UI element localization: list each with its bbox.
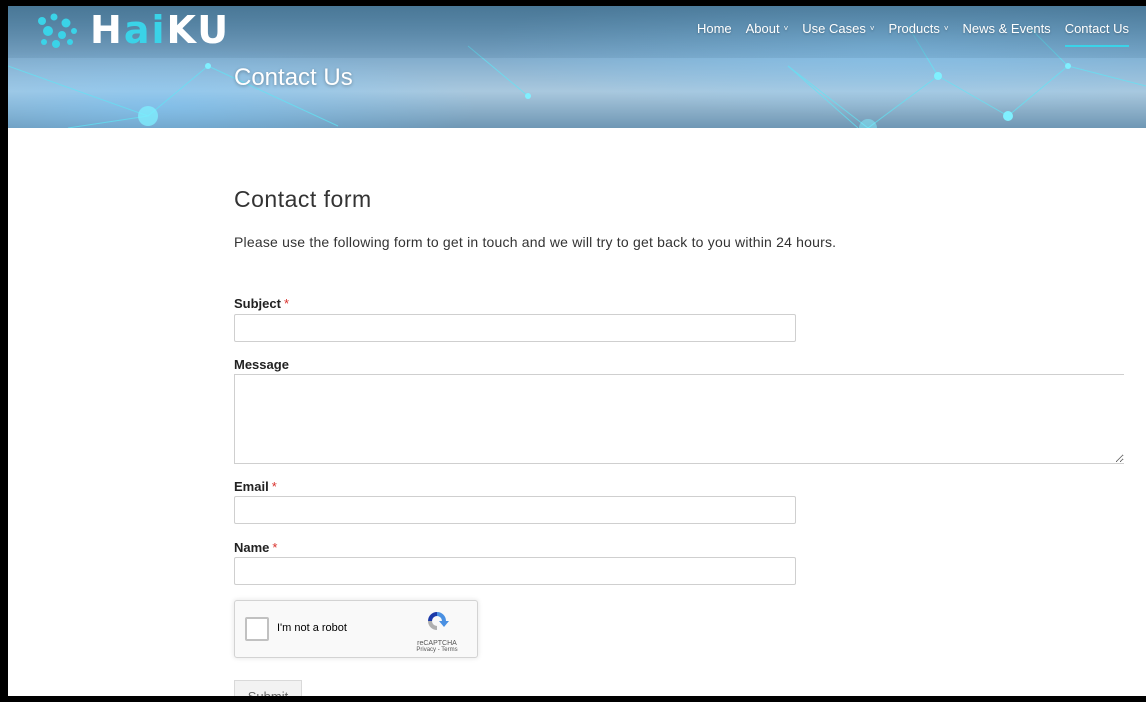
required-marker: *	[272, 540, 278, 555]
nav-products[interactable]: Products ˅	[882, 19, 956, 39]
subject-input[interactable]	[234, 314, 796, 342]
recaptcha-privacy-terms-link[interactable]: Privacy - Terms	[407, 647, 467, 653]
message-textarea[interactable]	[234, 374, 1124, 464]
main-menu: Home About ˅ Use Cases ˅ Products ˅ News & …	[690, 14, 1136, 47]
required-marker: *	[271, 479, 277, 494]
chevron-down-icon: ˅	[783, 24, 789, 33]
recaptcha-label: I'm not a robot	[277, 622, 347, 634]
recaptcha-widget: I'm not a robot reCAPTCHA Privacy - Term…	[234, 600, 478, 658]
top-navigation-bar: HaiKU Home About ˅ Use Cases ˅ Products ˅ N…	[8, 6, 1146, 58]
nav-use-cases[interactable]: Use Cases ˅	[795, 19, 881, 39]
name-label: Name *	[234, 540, 278, 555]
nav-home[interactable]: Home	[690, 19, 739, 39]
nav-contact-us[interactable]: Contact Us	[1058, 19, 1136, 47]
nav-about[interactable]: About ˅	[739, 19, 796, 39]
contact-form-section: Contact form Please use the following fo…	[234, 186, 1146, 696]
form-intro-text: Please use the following form to get in …	[234, 234, 837, 250]
page-title: Contact Us	[234, 64, 353, 91]
email-label: Email *	[234, 479, 277, 494]
email-input[interactable]	[234, 496, 796, 524]
chevron-down-icon: ˅	[943, 24, 949, 33]
recaptcha-logo[interactable]: reCAPTCHA Privacy - Terms	[407, 609, 467, 653]
recaptcha-brand: reCAPTCHA	[417, 640, 457, 647]
name-input[interactable]	[234, 557, 796, 585]
message-label: Message	[234, 357, 289, 372]
form-heading: Contact form	[234, 186, 372, 212]
network-nodes-icon	[38, 13, 77, 48]
nav-news-events[interactable]: News & Events	[956, 19, 1058, 39]
page-header-banner: HaiKU Home About ˅ Use Cases ˅ Products ˅ N…	[8, 6, 1146, 128]
logo-wordmark: HaiKU	[90, 8, 231, 52]
subject-label: Subject *	[234, 296, 290, 311]
required-marker: *	[283, 296, 290, 311]
browser-viewport: HaiKU Home About ˅ Use Cases ˅ Products ˅ N…	[8, 6, 1146, 696]
site-logo[interactable]: HaiKU	[34, 10, 230, 50]
submit-button[interactable]: Submit	[234, 680, 302, 696]
recaptcha-icon	[428, 612, 449, 630]
chevron-down-icon: ˅	[869, 24, 875, 33]
recaptcha-checkbox[interactable]	[245, 617, 269, 641]
